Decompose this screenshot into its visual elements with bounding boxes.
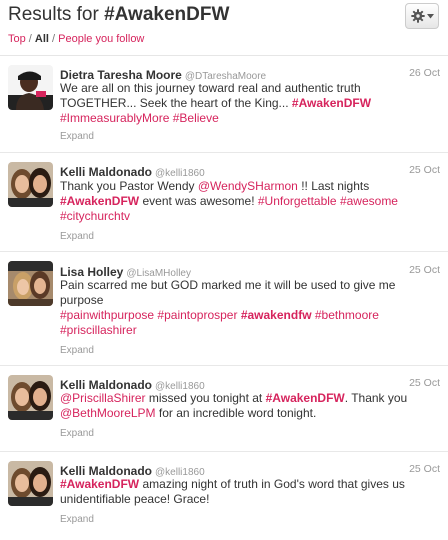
avatar[interactable] xyxy=(8,65,53,110)
avatar[interactable] xyxy=(8,461,53,506)
filter-top[interactable]: Top xyxy=(8,33,26,45)
hashtag-link[interactable]: #AwakenDFW xyxy=(60,477,139,491)
tweet-line: We are all on this journey toward real a… xyxy=(60,81,371,96)
filter-separator: / xyxy=(48,33,59,45)
hashtag-link[interactable]: #Believe xyxy=(173,111,219,125)
tweet-item[interactable]: Kelli Maldonado @kelli1860 25 Oct Thank y… xyxy=(0,153,448,252)
text-segment: purpose xyxy=(60,293,104,307)
hashtag-link[interactable]: #AwakenDFW xyxy=(266,391,345,405)
page-title: Results for #AwakenDFW xyxy=(8,4,229,26)
result-filters: Top / All / People you follow xyxy=(8,33,144,45)
search-query: #AwakenDFW xyxy=(104,4,230,25)
filter-people-you-follow[interactable]: People you follow xyxy=(58,33,144,45)
expand-link[interactable]: Expand xyxy=(60,428,94,439)
tweet-line: @BethMooreLPM for an incredible word ton… xyxy=(60,406,407,421)
hashtag-link[interactable]: #AwakenDFW xyxy=(292,96,371,110)
search-header: Results for #AwakenDFW Top / All / Peopl… xyxy=(0,0,448,56)
tweet-item[interactable]: Kelli Maldonado @kelli1860 25 Oct @Prisci… xyxy=(0,366,448,452)
tweet-item[interactable]: Lisa Holley @LisaMHolley 25 Oct Pain scar… xyxy=(0,252,448,366)
expand-link[interactable]: Expand xyxy=(60,231,94,242)
hashtag-link[interactable]: #AwakenDFW xyxy=(60,194,139,208)
text-segment: Thank you Pastor Wendy xyxy=(60,179,198,193)
hashtag-link[interactable]: #bethmoore xyxy=(315,308,379,322)
caret-down-icon xyxy=(426,13,434,19)
tweet-text: @PriscillaShirer missed you tonight at #… xyxy=(60,391,407,421)
tweet-date[interactable]: 26 Oct xyxy=(409,67,440,79)
avatar[interactable] xyxy=(8,162,53,207)
expand-link[interactable]: Expand xyxy=(60,514,94,525)
tweet-author-name[interactable]: Lisa Holley xyxy=(60,265,123,279)
filter-separator: / xyxy=(25,33,35,45)
tweet-line: #painwithpurpose #paintoprosper #awakend… xyxy=(60,308,395,323)
tweet-text: #AwakenDFW amazing night of truth in God… xyxy=(60,477,405,507)
tweet-author-handle[interactable]: @kelli1860 xyxy=(155,168,205,179)
tweet-item[interactable]: Dietra Taresha Moore @DTareshaMoore 26 Oc… xyxy=(0,56,448,153)
tweet-author-name[interactable]: Kelli Maldonado xyxy=(60,165,152,179)
text-segment: Pain scarred me but GOD marked me it wil… xyxy=(60,278,396,292)
hashtag-link[interactable]: #Unforgettable xyxy=(258,194,337,208)
tweet-author-name[interactable]: Kelli Maldonado xyxy=(60,464,152,478)
hashtag-link[interactable]: #paintoprosper xyxy=(157,308,237,322)
expand-link[interactable]: Expand xyxy=(60,345,94,356)
text-segment: unidentifiable peace! Grace! xyxy=(60,492,210,506)
hashtag-link[interactable]: #priscillashirer xyxy=(60,323,137,337)
tweet-line: unidentifiable peace! Grace! xyxy=(60,492,405,507)
filter-all[interactable]: All xyxy=(35,33,49,45)
tweet-line: TOGETHER... Seek the heart of the King..… xyxy=(60,96,371,111)
tweet-date[interactable]: 25 Oct xyxy=(409,264,440,276)
text-segment: TOGETHER... Seek the heart of the King..… xyxy=(60,96,292,110)
tweet-line: #priscillashirer xyxy=(60,323,395,338)
tweet-line: #ImmeasurablyMore #Believe xyxy=(60,111,371,126)
expand-link[interactable]: Expand xyxy=(60,131,94,142)
tweet-author-name[interactable]: Dietra Taresha Moore xyxy=(60,68,182,82)
hashtag-link[interactable]: #awakendfw xyxy=(241,308,312,322)
tweet-line: @PriscillaShirer missed you tonight at #… xyxy=(60,391,407,406)
tweet-line: #AwakenDFW amazing night of truth in God… xyxy=(60,477,405,492)
hashtag-link[interactable]: #awesome xyxy=(340,194,398,208)
hashtag-link[interactable]: #painwithpurpose xyxy=(60,308,154,322)
tweet-item[interactable]: Kelli Maldonado @kelli1860 25 Oct #Awaken… xyxy=(0,452,448,540)
tweet-line: Thank you Pastor Wendy @WendySHarmon !! … xyxy=(60,179,398,194)
text-segment: missed you tonight at xyxy=(145,391,266,405)
avatar[interactable] xyxy=(8,261,53,306)
tweet-text: Thank you Pastor Wendy @WendySHarmon !! … xyxy=(60,179,398,224)
text-segment: amazing night of truth in God's word tha… xyxy=(139,477,405,491)
tweet-author-name[interactable]: Kelli Maldonado xyxy=(60,378,152,392)
tweet-date[interactable]: 25 Oct xyxy=(409,377,440,389)
tweet-line: Pain scarred me but GOD marked me it wil… xyxy=(60,278,395,293)
tweet-line: #AwakenDFW event was awesome! #Unforgett… xyxy=(60,194,398,209)
text-segment: event was awesome! xyxy=(139,194,258,208)
hashtag-link[interactable]: #ImmeasurablyMore xyxy=(60,111,169,125)
avatar[interactable] xyxy=(8,375,53,420)
text-segment: !! Last nights xyxy=(297,179,370,193)
title-prefix: Results for xyxy=(8,4,105,25)
gear-icon xyxy=(410,9,425,23)
tweet-text: We are all on this journey toward real a… xyxy=(60,81,371,126)
hashtag-link[interactable]: #citychurchtv xyxy=(60,209,130,223)
tweet-date[interactable]: 25 Oct xyxy=(409,164,440,176)
mention-link[interactable]: @WendySHarmon xyxy=(198,179,298,193)
mention-link[interactable]: @BethMooreLPM xyxy=(60,406,156,420)
text-segment: We are all on this journey toward real a… xyxy=(60,81,361,95)
tweet-date[interactable]: 25 Oct xyxy=(409,463,440,475)
settings-button[interactable] xyxy=(405,3,439,29)
tweet-line: #citychurchtv xyxy=(60,209,398,224)
tweet-line: purpose xyxy=(60,293,395,308)
text-segment: for an incredible word tonight. xyxy=(155,406,317,420)
tweet-text: Pain scarred me but GOD marked me it wil… xyxy=(60,278,395,338)
text-segment: . Thank you xyxy=(344,391,408,405)
mention-link[interactable]: @PriscillaShirer xyxy=(60,391,146,405)
